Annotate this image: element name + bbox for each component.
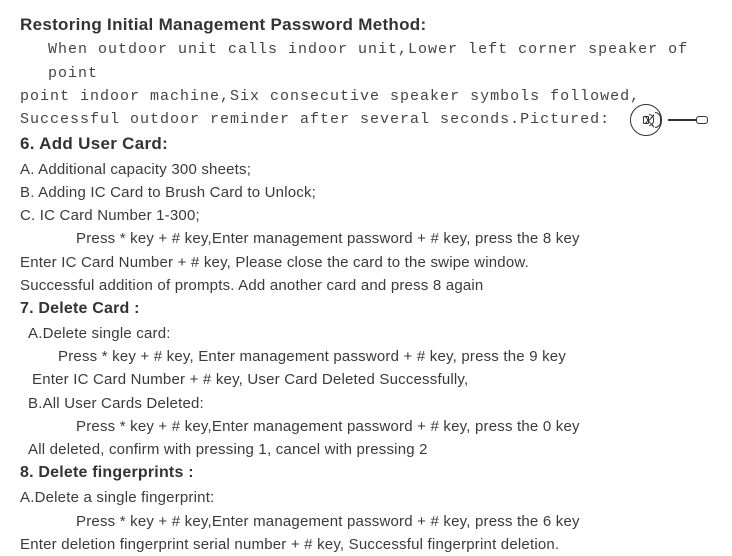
section-6-c: C. IC Card Number 1-300; xyxy=(20,204,712,227)
speaker-icon xyxy=(630,104,662,136)
intro-line-1: When outdoor unit calls indoor unit,Lowe… xyxy=(20,38,712,85)
section-8-a-step-2: Enter deletion fingerprint serial number… xyxy=(20,533,712,556)
section-7-b-heading: B.All User Cards Deleted: xyxy=(20,392,712,415)
section-7-a-step-1: Press * key + # key, Enter management pa… xyxy=(20,345,712,368)
intro-line-3: Successful outdoor reminder after severa… xyxy=(20,111,610,128)
section-7-b-step-2: All deleted, confirm with pressing 1, ca… xyxy=(20,438,712,461)
section-7-a-heading: A.Delete single card: xyxy=(20,322,712,345)
section-7-b-step-1: Press * key + # key,Enter management pas… xyxy=(20,415,712,438)
section-8-heading: 8. Delete fingerprints : xyxy=(20,461,712,486)
intro-line-3-row: Successful outdoor reminder after severa… xyxy=(20,108,712,131)
section-7-heading: 7. Delete Card : xyxy=(20,297,712,322)
speaker-diagram xyxy=(630,104,708,136)
intro-line-2: point indoor machine,Six consecutive spe… xyxy=(20,85,712,108)
section-6-step-3: Successful addition of prompts. Add anot… xyxy=(20,274,712,297)
section-6-b: B. Adding IC Card to Brush Card to Unloc… xyxy=(20,181,712,204)
section-6-a: A. Additional capacity 300 sheets; xyxy=(20,158,712,181)
section-8-a-step-1: Press * key + # key,Enter management pas… xyxy=(20,510,712,533)
section-6-heading: 6. Add User Card: xyxy=(20,131,712,157)
sound-wave-icon xyxy=(643,112,661,128)
section-6-step-2: Enter IC Card Number + # key, Please clo… xyxy=(20,251,712,274)
page-title: Restoring Initial Management Password Me… xyxy=(20,12,712,38)
section-8-a-heading: A.Delete a single fingerprint: xyxy=(20,486,712,509)
section-7-a-step-2: Enter IC Card Number + # key, User Card … xyxy=(20,368,712,391)
section-6-step-1: Press * key + # key,Enter management pas… xyxy=(20,227,712,250)
slider-icon xyxy=(668,116,708,124)
